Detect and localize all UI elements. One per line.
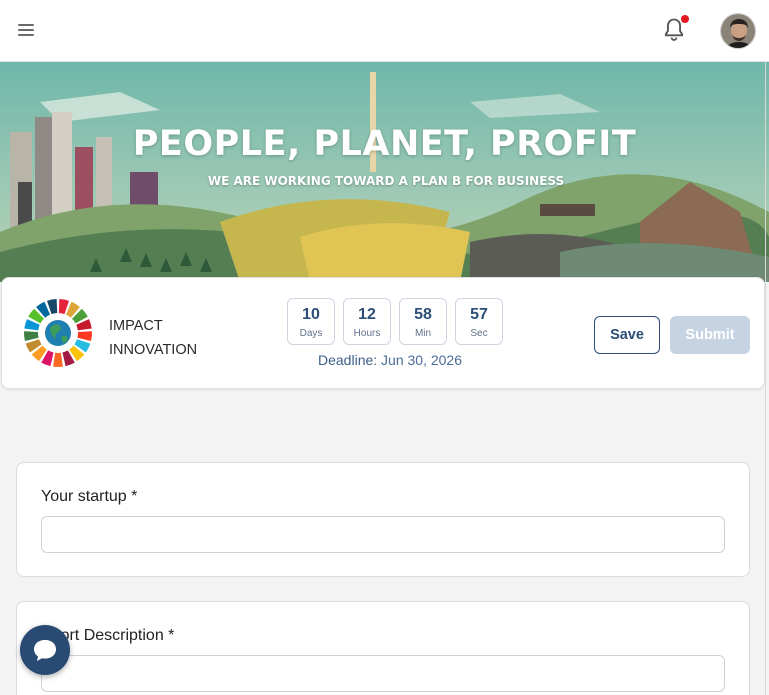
- startup-field-label: Your startup *: [41, 488, 138, 505]
- description-input[interactable]: [41, 655, 725, 692]
- sdg-segment: [77, 331, 92, 341]
- description-field-card: Short Description *: [16, 601, 750, 695]
- banner-title: PEOPLE, PLANET, PROFIT: [132, 124, 637, 164]
- countdown-seconds: 57 Sec: [455, 298, 503, 345]
- hero-banner: PEOPLE, PLANET, PROFIT WE ARE WORKING TO…: [0, 62, 769, 282]
- hamburger-icon[interactable]: [18, 24, 36, 38]
- program-info-card: IMPACT INNOVATION 10 Days 12 Hours 58 Mi…: [1, 277, 765, 389]
- countdown-minutes: 58 Min: [399, 298, 447, 345]
- countdown-hours: 12 Hours: [343, 298, 391, 345]
- page-edge: [765, 62, 766, 695]
- banner-illustration: [0, 62, 769, 282]
- sdg-segment: [24, 331, 39, 341]
- sdg-segment: [53, 352, 63, 367]
- top-bar: [0, 0, 769, 62]
- chat-bubble-icon: [34, 640, 56, 661]
- sdg-wheel-icon: [24, 299, 92, 367]
- submit-button[interactable]: Submit: [670, 316, 750, 354]
- deadline-label: Deadline:: [318, 352, 378, 368]
- notification-badge: [681, 15, 689, 23]
- user-avatar[interactable]: [720, 13, 756, 49]
- banner-subtitle: WE ARE WORKING TOWARD A PLAN B FOR BUSIN…: [207, 174, 565, 188]
- countdown-timer: 10 Days 12 Hours 58 Min 57 Sec: [287, 298, 503, 345]
- countdown-days: 10 Days: [287, 298, 335, 345]
- deadline-text: Deadline: Jun 30, 2026: [318, 352, 462, 368]
- deadline-date: Jun 30, 2026: [381, 352, 463, 368]
- chat-button[interactable]: [20, 625, 70, 675]
- startup-input[interactable]: [41, 516, 725, 553]
- startup-field-card: Your startup *: [16, 462, 750, 577]
- save-button[interactable]: Save: [594, 316, 660, 354]
- program-name: IMPACT INNOVATION: [109, 318, 198, 358]
